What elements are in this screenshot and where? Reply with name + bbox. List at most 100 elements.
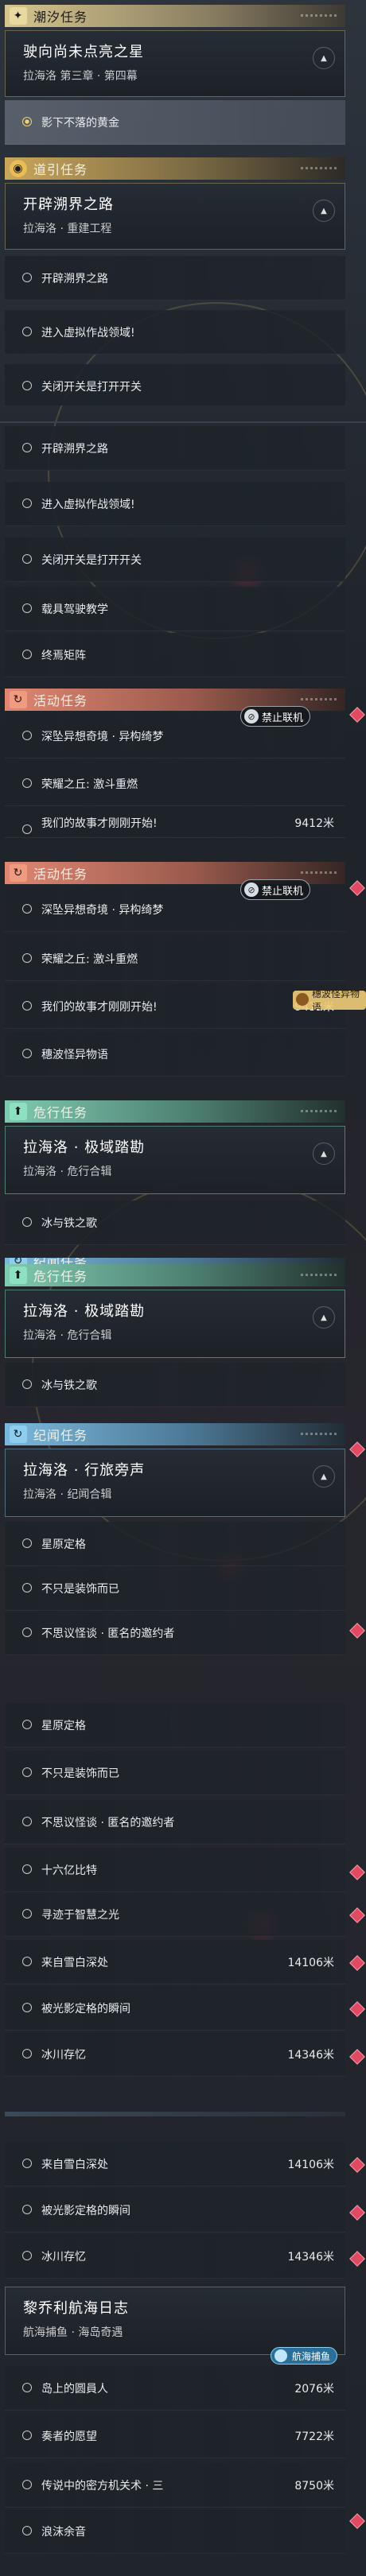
quest-step[interactable]: 荣耀之丘: 激斗重燃 xyxy=(5,937,345,981)
section-title: 活动任务 xyxy=(33,693,88,708)
quest-step-active[interactable]: 影下不落的黄金 xyxy=(5,100,345,145)
radio-icon xyxy=(22,603,32,613)
quest-step[interactable]: 不只是装饰而已 xyxy=(5,1751,345,1795)
quest-log-screenshot-strip: ✦ 潮汐任务 驶向尚未点亮之星 拉海洛 第三章 · 第四幕 ▲ 影下不落的黄金 … xyxy=(0,0,366,2576)
step-label: 穗波怪异物语 xyxy=(41,1048,108,1061)
quest-step[interactable]: 冰与铁之歌 xyxy=(5,1363,345,1407)
distance: 8750米 xyxy=(294,2479,334,2493)
quest-step[interactable]: 荣耀之丘: 激斗重燃 xyxy=(5,762,345,806)
radio-icon xyxy=(22,1720,32,1729)
section-header-chronicle[interactable]: ↻ 纪闻任务 xyxy=(5,1423,345,1445)
quest-step[interactable]: 被光影定格的瞬间 xyxy=(5,1986,345,2031)
quest-step[interactable]: 冰与铁之歌 xyxy=(5,1201,345,1245)
quest-step[interactable]: 被光影定格的瞬间 xyxy=(5,2188,345,2233)
quest-subtitle: 拉海洛 · 重建工程 xyxy=(23,223,112,235)
radio-icon xyxy=(22,2480,32,2489)
quest-card-danger[interactable]: 拉海洛 · 极域踏勘 拉海洛 · 危行合辑 ▲ xyxy=(5,1290,345,1358)
radio-icon xyxy=(22,1627,32,1637)
quest-step[interactable]: 寻迹于智慧之光 xyxy=(5,1892,345,1937)
section-title: 纪闻任务 xyxy=(33,1428,88,1443)
marker-diamond-icon xyxy=(349,1441,365,1457)
no-coop-icon: ⊘ xyxy=(244,709,259,724)
quest-step[interactable]: 冰川存忆 14346米 xyxy=(5,2234,345,2279)
story-icon xyxy=(296,993,309,1006)
radio-icon xyxy=(22,554,32,564)
quest-step[interactable]: 不思议怪谈 · 匿名的邀约者 xyxy=(5,1800,345,1845)
quest-step[interactable]: 我们的故事才刚刚开始! 9412米 xyxy=(5,808,345,838)
quest-subtitle: 拉海洛 · 危行合辑 xyxy=(23,1166,112,1178)
star-icon: ✦ xyxy=(10,7,27,25)
step-label: 来自雪白深处 xyxy=(41,1956,108,1969)
header-stripe xyxy=(301,1433,337,1435)
section-header-guide[interactable]: ◉ 道引任务 xyxy=(5,157,345,180)
quest-card-chronicle[interactable]: 拉海洛 · 行旅旁声 拉海洛 · 纪闻合辑 ▲ xyxy=(5,1449,345,1517)
radio-icon xyxy=(22,778,32,788)
step-label: 深坠异想奇境 · 异构绮梦 xyxy=(41,730,164,743)
quest-step[interactable]: 载具驾驶教学 xyxy=(5,587,345,631)
header-stripe xyxy=(301,167,337,169)
quest-step[interactable]: 终焉矩阵 xyxy=(5,633,345,677)
quest-step[interactable]: 开辟溯界之路 xyxy=(5,256,345,301)
radio-icon xyxy=(22,327,32,336)
marker-diamond-icon xyxy=(349,880,365,896)
quest-card-voyage[interactable]: 黎乔利航海日志 航海捕鱼 · 海岛奇遇 xyxy=(5,2287,345,2355)
step-label: 被光影定格的瞬间 xyxy=(41,2204,130,2217)
quest-step[interactable]: 冰川存忆 14346米 xyxy=(5,2032,345,2077)
radio-icon xyxy=(22,904,32,914)
chevron-up-icon[interactable]: ▲ xyxy=(313,200,335,222)
quest-step[interactable]: 穗波怪异物语 xyxy=(5,1032,345,1077)
fishing-icon xyxy=(274,2349,287,2362)
quest-card-danger[interactable]: 拉海洛 · 极域踏勘 拉海洛 · 危行合辑 ▲ xyxy=(5,1126,345,1194)
quest-subtitle: 拉海洛 · 危行合辑 xyxy=(23,1329,112,1342)
quest-step[interactable]: 进入虚拟作战领域! xyxy=(5,482,345,526)
marker-diamond-icon xyxy=(349,707,365,723)
chevron-up-icon[interactable]: ▲ xyxy=(313,1465,335,1488)
quest-step[interactable]: 开辟溯界之路 xyxy=(5,426,345,471)
quest-card-guide[interactable]: 开辟溯界之路 拉海洛 · 重建工程 ▲ xyxy=(5,183,345,250)
quest-step[interactable]: 来自雪白深处 14106米 xyxy=(5,2142,345,2186)
quest-card-tide[interactable]: 驶向尚未点亮之星 拉海洛 第三章 · 第四幕 ▲ xyxy=(5,30,345,97)
quest-step[interactable]: 奏者的愿望 7722米 xyxy=(5,2414,345,2458)
radio-icon xyxy=(22,117,32,126)
radio-icon xyxy=(22,1049,32,1058)
section-header-danger[interactable]: ⬆ 危行任务 xyxy=(5,1264,345,1286)
step-label: 浪沫余音 xyxy=(41,2525,86,2539)
story-event-badge: 穗波怪异物语 xyxy=(293,988,366,1013)
step-label: 星原定格 xyxy=(41,1538,86,1551)
frame-2: 开辟溯界之路 进入虚拟作战领域! 关闭开关是打开开关 载具驾驶教学 终焉矩阵 xyxy=(0,421,366,684)
quest-step[interactable]: 浪沫余音 xyxy=(5,2509,345,2554)
chevron-up-icon[interactable]: ▲ xyxy=(313,1143,335,1165)
chevron-up-icon[interactable]: ▲ xyxy=(313,47,335,69)
radio-icon xyxy=(22,824,32,834)
quest-step[interactable]: 来自雪白深处 14106米 xyxy=(5,1940,345,1984)
marker-diamond-icon xyxy=(349,2205,365,2221)
section-header-danger[interactable]: ⬆ 危行任务 xyxy=(5,1100,345,1123)
quest-step[interactable]: 不思议怪谈 · 匿名的邀约者 xyxy=(5,1611,345,1655)
chevron-up-icon[interactable]: ▲ xyxy=(313,1306,335,1329)
radio-icon xyxy=(22,1957,32,1966)
chronicle-icon: ↻ xyxy=(10,1426,27,1443)
marker-diamond-icon xyxy=(349,2157,365,2173)
step-label: 星原定格 xyxy=(41,1719,86,1732)
quest-step[interactable]: 关闭开关是打开开关 xyxy=(5,537,345,582)
radio-icon xyxy=(22,273,32,282)
frame-3: ↻ 活动任务 深坠异想奇境 · 异构绮梦 ⊘ 禁止联机 荣耀之丘: 激斗重燃 我们… xyxy=(0,685,366,844)
badge-label: 禁止联机 xyxy=(262,712,304,724)
frame-9: 来自雪白深处 14106米 被光影定格的瞬间 冰川存忆 14346米 黎乔利航海日志… xyxy=(0,2139,366,2576)
quest-step[interactable]: 十六亿比特 xyxy=(5,1848,345,1892)
quest-step[interactable]: 不只是装饰而已 xyxy=(5,1566,345,1611)
quest-step[interactable]: 星原定格 xyxy=(5,1522,345,1566)
radio-icon xyxy=(22,1379,32,1389)
quest-step[interactable]: 关闭开关是打开开关 xyxy=(5,364,345,405)
radio-icon xyxy=(22,2383,32,2392)
section-title: 危行任务 xyxy=(33,1269,88,1284)
step-label: 不思议怪谈 · 匿名的邀约者 xyxy=(41,1816,175,1829)
frame-8: 星原定格 不只是装饰而已 不思议怪谈 · 匿名的邀约者 十六亿比特 寻迹于智慧之… xyxy=(0,1701,366,2123)
quest-step[interactable]: 进入虚拟作战领域! xyxy=(5,310,345,355)
quest-step[interactable]: 岛上的圆員人 2076米 xyxy=(5,2366,345,2411)
section-header-tide[interactable]: ✦ 潮汐任务 xyxy=(5,5,345,27)
quest-step[interactable]: 星原定格 xyxy=(5,1703,345,1748)
quest-step[interactable]: 传说中的密方机关术 · 三 8750米 xyxy=(5,2463,345,2508)
quest-subtitle: 航海捕鱼 · 海岛奇遇 xyxy=(23,2326,123,2339)
marker-diamond-icon xyxy=(349,2513,365,2529)
